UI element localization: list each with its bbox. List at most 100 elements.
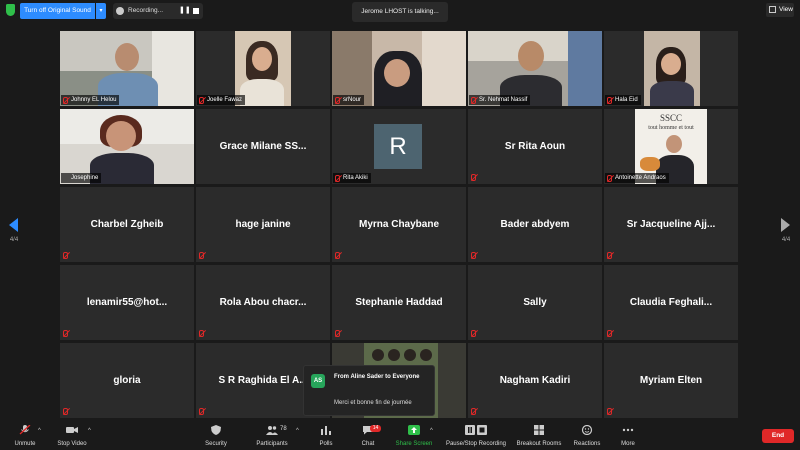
recording-label: Recording... bbox=[128, 7, 164, 14]
participant-tile[interactable]: Rola Abou chacr... bbox=[196, 265, 330, 340]
audio-options-caret[interactable]: ^ bbox=[36, 422, 46, 450]
video-options-caret[interactable]: ^ bbox=[86, 422, 96, 450]
participant-head bbox=[384, 59, 410, 87]
sign-title: SSCC bbox=[659, 113, 683, 123]
mic-muted-icon bbox=[335, 330, 340, 337]
participant-name-label: Sr. Nehmat Nassif bbox=[469, 95, 531, 105]
participant-tile[interactable]: hage janine bbox=[196, 187, 330, 262]
participant-tile[interactable]: Stephanie Haddad bbox=[332, 265, 466, 340]
participant-tile[interactable]: lenamir55@hot... bbox=[60, 265, 194, 340]
pause-stop-recording-label: Pause/Stop Recording bbox=[445, 441, 507, 447]
share-options-caret[interactable]: ^ bbox=[428, 422, 438, 450]
breakout-rooms-label: Breakout Rooms bbox=[516, 441, 562, 447]
video-background bbox=[422, 31, 466, 106]
participant-tile[interactable]: Sr Rita Aoun bbox=[468, 109, 602, 184]
participant-tile[interactable]: Claudia Feghali... bbox=[604, 265, 738, 340]
participant-name: Charbel Zgheib bbox=[90, 219, 164, 230]
mic-muted-icon bbox=[607, 330, 612, 337]
participant-tile[interactable]: Myriam Elten bbox=[604, 343, 738, 418]
participant-name-label: Joelle Fawaz bbox=[197, 95, 246, 105]
participant-head bbox=[518, 41, 544, 71]
mic-muted-icon bbox=[63, 408, 68, 415]
participant-name-label: Johnny EL Helou bbox=[61, 95, 120, 105]
participant-tile[interactable]: srNour bbox=[332, 31, 466, 106]
mic-muted-icon bbox=[199, 252, 204, 259]
polls-button[interactable]: Polls bbox=[312, 422, 340, 450]
participant-tile[interactable]: Sally bbox=[468, 265, 602, 340]
breakout-rooms-button[interactable]: Breakout Rooms bbox=[514, 422, 564, 450]
participant-tile[interactable]: Sr Jacqueline Ajj... bbox=[604, 187, 738, 262]
participant-head bbox=[106, 121, 136, 151]
participant-tile[interactable]: Hala Eid bbox=[604, 31, 738, 106]
participant-name: Stephanie Haddad bbox=[355, 297, 443, 308]
end-meeting-button[interactable]: End bbox=[762, 429, 794, 443]
page-indicator-left: 4/4 bbox=[9, 237, 19, 243]
pause-stop-icon bbox=[465, 425, 487, 435]
participants-options-caret[interactable]: ^ bbox=[294, 422, 304, 450]
recording-indicator: Recording... ❚❚ bbox=[113, 3, 203, 19]
chat-message: Merci et bonne fin de journée bbox=[334, 400, 412, 406]
meeting-toolbar: Unmute ^ Stop Video ^ Security 78 Partic… bbox=[0, 420, 800, 450]
participant-face bbox=[661, 53, 681, 75]
more-button[interactable]: More bbox=[614, 422, 642, 450]
shield-icon[interactable] bbox=[6, 4, 15, 16]
top-bar: Turn off Original Sound ▾ Recording... ❚… bbox=[0, 0, 800, 22]
participant-name: Sr Jacqueline Ajj... bbox=[626, 219, 716, 230]
grid-view-icon bbox=[769, 6, 776, 13]
mic-muted-icon bbox=[335, 97, 340, 104]
participant-tile[interactable]: Sr. Nehmat Nassif bbox=[468, 31, 602, 106]
participant-avatar: R bbox=[374, 124, 422, 169]
pause-stop-recording-button[interactable]: Pause/Stop Recording bbox=[442, 422, 510, 450]
mic-muted-icon bbox=[63, 252, 68, 259]
participant-tile[interactable]: SSCC tout homme et tout Antoinette Andra… bbox=[604, 109, 738, 184]
page-indicator-right: 4/4 bbox=[781, 237, 791, 243]
recording-icon bbox=[116, 7, 124, 15]
participants-button[interactable]: 78 Participants bbox=[250, 422, 294, 450]
gallery-grid: Johnny EL Helou Joelle Fawaz srNour Sr. … bbox=[60, 31, 740, 419]
participant-name: Sally bbox=[523, 297, 547, 308]
sender-avatar: AS bbox=[311, 374, 325, 388]
participant-tile[interactable]: Nagham Kadiri bbox=[468, 343, 602, 418]
original-sound-button[interactable]: Turn off Original Sound bbox=[20, 3, 95, 19]
stop-recording-icon[interactable] bbox=[191, 6, 201, 16]
polls-label: Polls bbox=[319, 441, 333, 447]
arrow-left-icon bbox=[9, 218, 18, 232]
participant-tile[interactable]: Charbel Zgheib bbox=[60, 187, 194, 262]
arrow-right-icon bbox=[781, 218, 790, 232]
mic-muted-icon bbox=[335, 175, 340, 182]
mic-muted-icon bbox=[19, 425, 31, 435]
view-button[interactable]: View bbox=[766, 3, 794, 17]
participant-tile[interactable]: Josephine bbox=[60, 109, 194, 184]
participant-name-label: Antoinette Andraos bbox=[605, 173, 669, 183]
participant-tile[interactable]: Johnny EL Helou bbox=[60, 31, 194, 106]
mic-muted-icon bbox=[471, 408, 476, 415]
chat-button[interactable]: 14 Chat bbox=[354, 422, 382, 450]
participant-name: Sr Rita Aoun bbox=[504, 141, 566, 152]
participant-name: Rola Abou chacr... bbox=[219, 297, 307, 308]
share-screen-icon bbox=[408, 425, 420, 435]
more-dots-icon bbox=[622, 428, 634, 432]
participant-name-label: Rita Akiki bbox=[333, 173, 371, 183]
participant-tile[interactable]: Bader abdyem bbox=[468, 187, 602, 262]
participant-tile[interactable]: Grace Milane SS... bbox=[196, 109, 330, 184]
mic-muted-icon bbox=[607, 408, 612, 415]
pause-recording-icon[interactable]: ❚❚ bbox=[179, 6, 191, 16]
shield-icon bbox=[211, 425, 221, 435]
mic-muted-icon bbox=[471, 97, 476, 104]
participant-tile[interactable]: Joelle Fawaz bbox=[196, 31, 330, 106]
previous-page-button[interactable]: 4/4 bbox=[2, 214, 26, 254]
participant-tile[interactable]: R Rita Akiki bbox=[332, 109, 466, 184]
chat-notification[interactable]: AS From Aline Sader to Everyone Merci et… bbox=[303, 365, 435, 416]
reactions-button[interactable]: Reactions bbox=[570, 422, 604, 450]
participant-tile[interactable]: gloria bbox=[60, 343, 194, 418]
original-sound-caret[interactable]: ▾ bbox=[96, 3, 106, 19]
next-page-button[interactable]: 4/4 bbox=[774, 214, 798, 254]
mic-muted-icon bbox=[607, 252, 612, 259]
security-button[interactable]: Security bbox=[198, 422, 234, 450]
video-window-light bbox=[152, 31, 194, 106]
mic-muted-icon bbox=[607, 97, 612, 104]
participant-tile[interactable]: Myrna Chaybane bbox=[332, 187, 466, 262]
group-head bbox=[372, 349, 384, 361]
mic-muted-icon bbox=[607, 175, 612, 182]
mic-muted-icon bbox=[471, 330, 476, 337]
